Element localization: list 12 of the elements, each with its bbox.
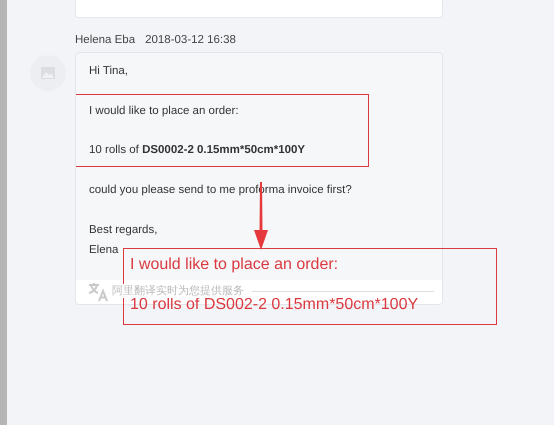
translate-icon[interactable] xyxy=(88,282,108,302)
annotation-text: 10 rolls of DS002-2 0.15mm*50cm*100Y xyxy=(130,296,418,315)
message-time: 2018-03-12 16:38 xyxy=(145,34,236,46)
message-line: I would like to place an order: xyxy=(89,104,240,119)
message-line: Hi Tina, xyxy=(89,64,129,79)
scrollbar[interactable] xyxy=(0,0,7,425)
message-line: 10 rolls of DS0002-2 0.15mm*50cm*100Y xyxy=(89,143,306,158)
message-line: Best regards, xyxy=(89,223,158,238)
translation-note: 阿里翻译实时为您提供服务 xyxy=(112,284,244,298)
sender-name: Helena Eba xyxy=(75,34,136,46)
annotation-text: I would like to place an order: xyxy=(130,255,338,275)
message-line: Elena xyxy=(89,243,120,258)
